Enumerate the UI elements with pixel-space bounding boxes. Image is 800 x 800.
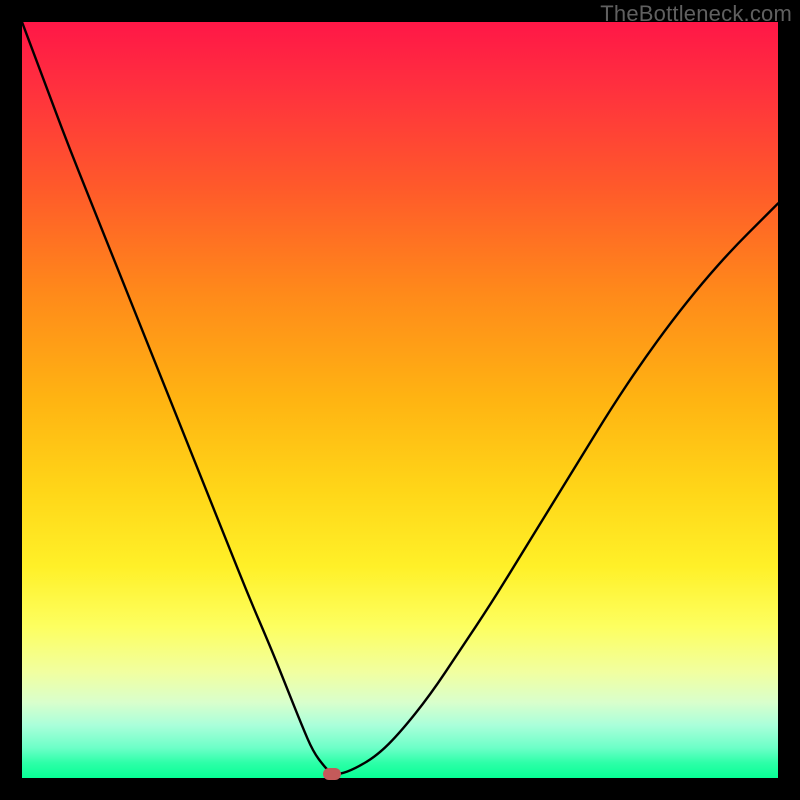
chart-container: TheBottleneck.com [0, 0, 800, 800]
min-point-marker [323, 768, 341, 780]
plot-area [22, 22, 778, 778]
line-series [22, 22, 778, 778]
